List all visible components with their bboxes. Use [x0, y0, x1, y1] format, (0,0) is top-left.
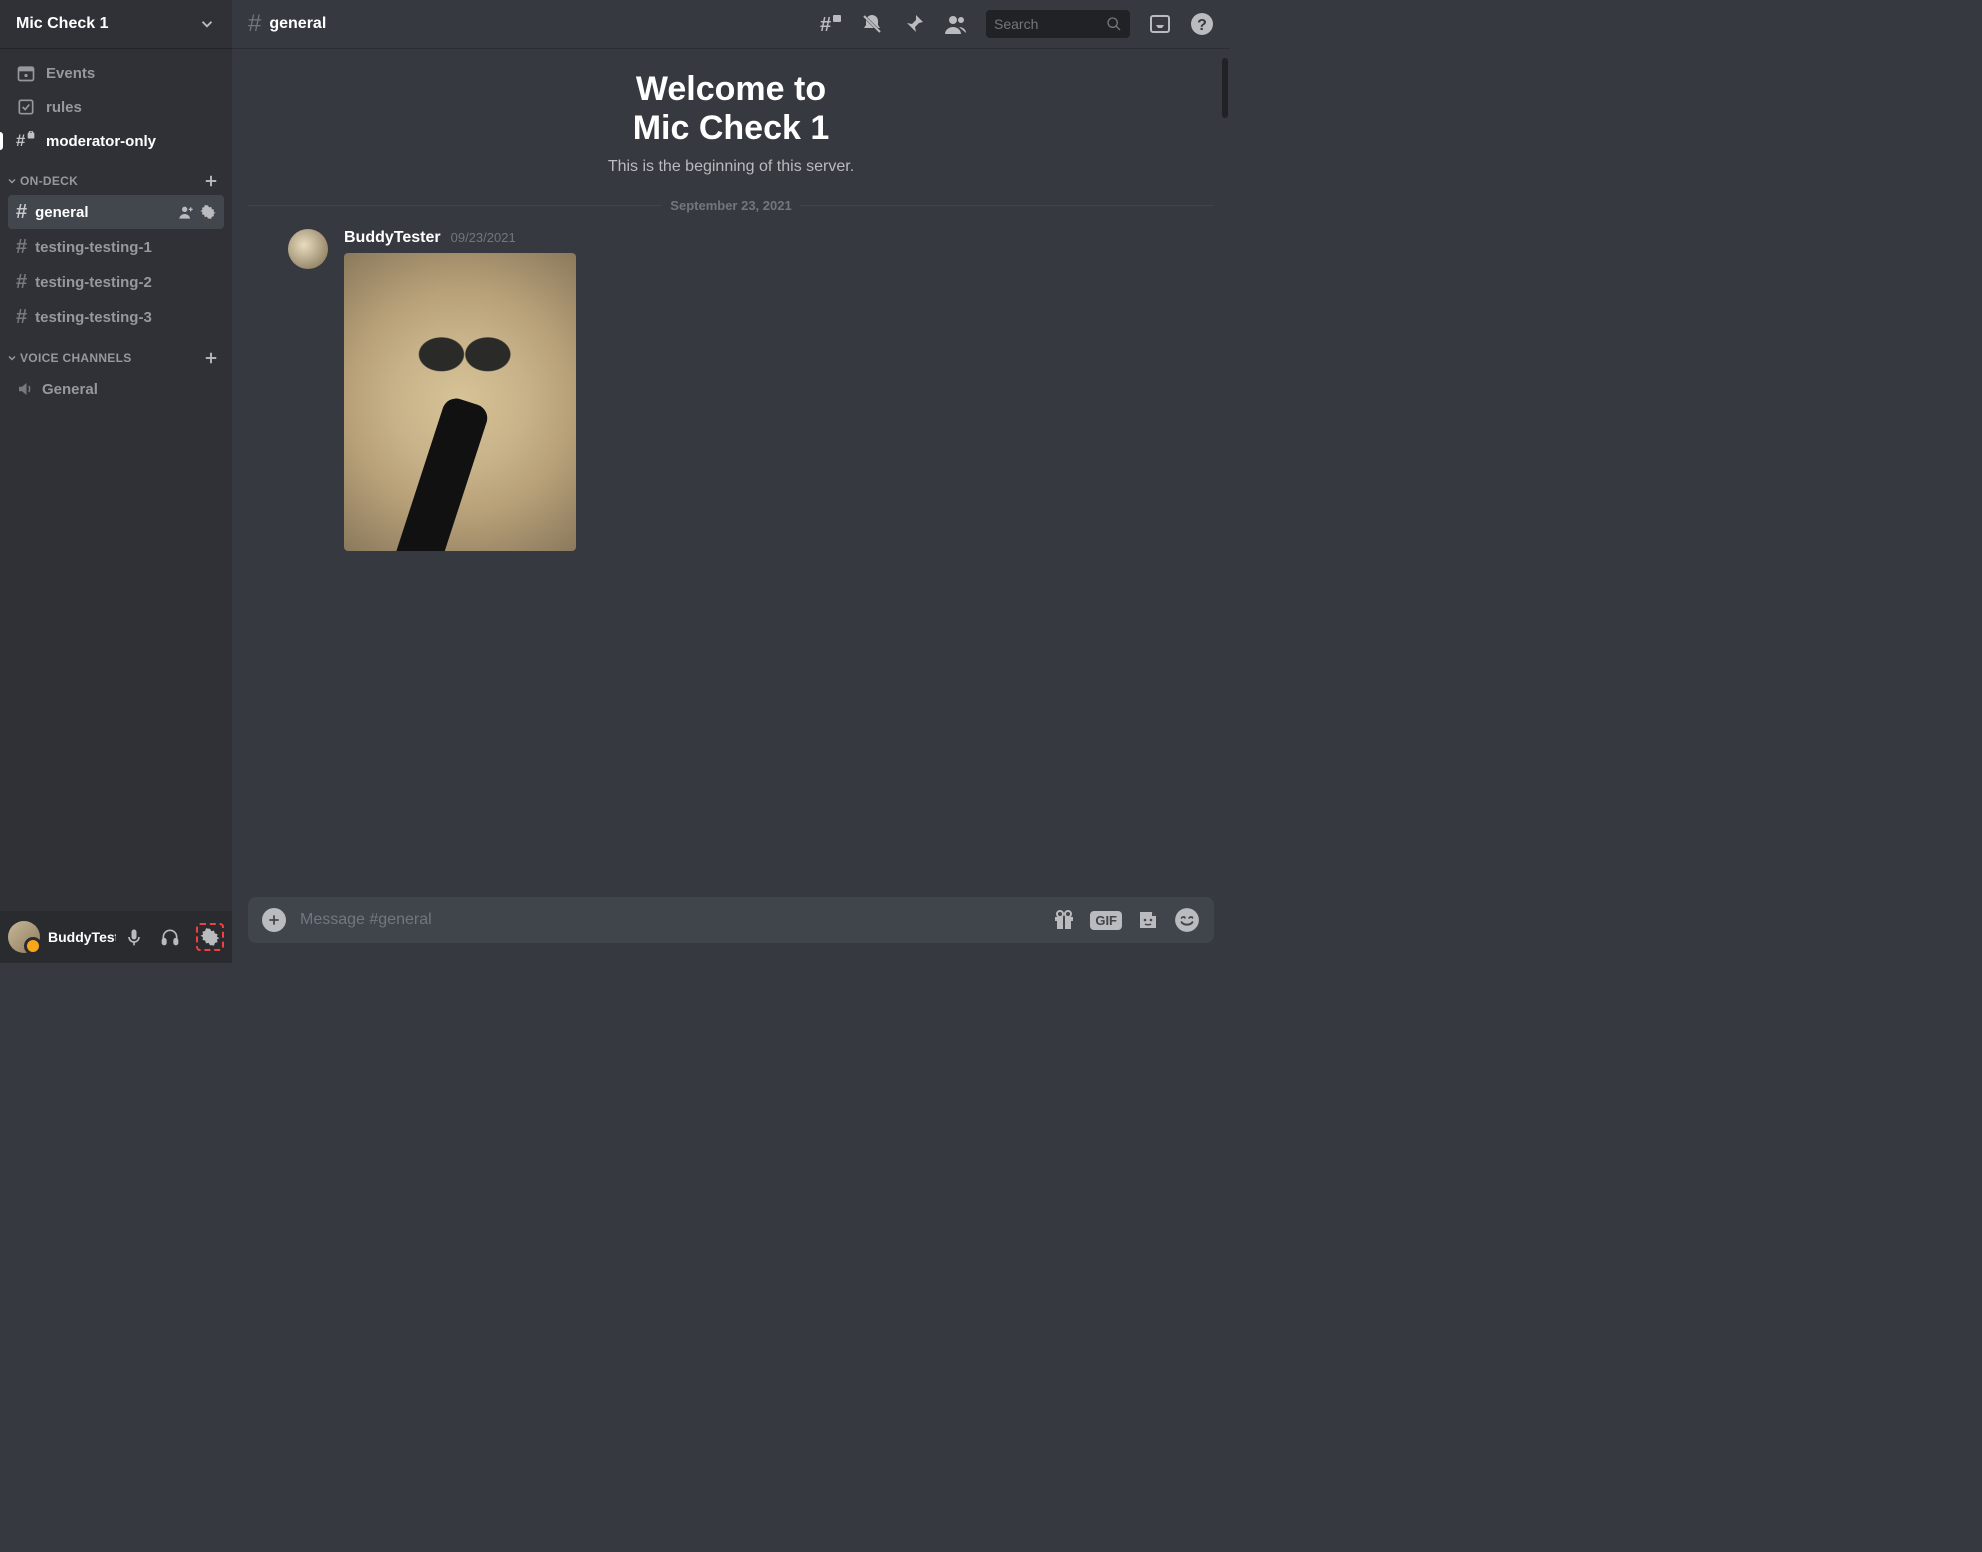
- rules-icon: [16, 97, 36, 117]
- chevron-down-icon: [6, 175, 18, 187]
- welcome-block: Welcome to Mic Check 1 This is the begin…: [248, 70, 1214, 176]
- search-icon: [1106, 16, 1122, 32]
- message-avatar[interactable]: [288, 229, 328, 269]
- svg-text:?: ?: [1197, 17, 1207, 34]
- hash-icon: #: [16, 306, 27, 329]
- category-header-ondeck[interactable]: ON-DECK: [0, 158, 232, 194]
- channel-name: testing-testing-3: [35, 309, 152, 326]
- server-header[interactable]: Mic Check 1: [0, 0, 232, 48]
- sidebar-item-label: moderator-only: [46, 133, 156, 150]
- message: BuddyTester 09/23/2021: [248, 223, 1214, 561]
- chat-scroll-area[interactable]: Welcome to Mic Check 1 This is the begin…: [232, 48, 1230, 897]
- sidebar-item-events[interactable]: Events: [0, 56, 232, 90]
- chevron-down-icon: [198, 15, 216, 33]
- user-name: BuddyTester: [48, 929, 116, 945]
- sidebar-item-moderator[interactable]: # moderator-only: [0, 124, 232, 158]
- channel-name: testing-testing-1: [35, 239, 152, 256]
- speaker-icon: [16, 380, 34, 398]
- channel-sidebar: Mic Check 1 Events rules #: [0, 0, 232, 963]
- channel-item[interactable]: # testing-testing-3: [8, 300, 224, 334]
- channel-item-general[interactable]: # general: [8, 195, 224, 229]
- channel-title: # general: [248, 10, 326, 38]
- add-channel-button[interactable]: [202, 172, 220, 190]
- category-header-voice[interactable]: VOICE CHANNELS: [0, 335, 232, 371]
- emoji-button[interactable]: [1174, 907, 1200, 933]
- channel-name: testing-testing-2: [35, 274, 152, 291]
- gear-icon[interactable]: [200, 204, 216, 220]
- app-root: Mic Check 1 Events rules #: [0, 0, 1230, 963]
- message-author[interactable]: BuddyTester: [344, 229, 441, 247]
- hash-icon: #: [16, 236, 27, 259]
- sidebar-item-label: Events: [46, 65, 95, 82]
- attach-button[interactable]: [262, 908, 286, 932]
- notifications-muted-icon[interactable]: [860, 12, 884, 36]
- member-list-button[interactable]: [944, 12, 968, 36]
- message-timestamp: 09/23/2021: [451, 230, 516, 245]
- sidebar-item-label: rules: [46, 99, 82, 116]
- channel-item[interactable]: # testing-testing-2: [8, 265, 224, 299]
- hash-icon: #: [248, 10, 261, 38]
- scrollbar[interactable]: [1222, 58, 1228, 118]
- gif-button[interactable]: GIF: [1090, 911, 1122, 930]
- sticker-button[interactable]: [1136, 908, 1160, 932]
- pinned-messages-button[interactable]: [902, 12, 926, 36]
- welcome-subtitle: This is the beginning of this server.: [248, 158, 1214, 176]
- voice-channel-item[interactable]: General: [8, 372, 224, 406]
- invite-icon[interactable]: [178, 204, 194, 220]
- date-divider: September 23, 2021: [248, 198, 1214, 213]
- channel-list: Events rules # moderator-only ON-DECK: [0, 48, 232, 911]
- message-composer[interactable]: GIF: [248, 897, 1214, 943]
- svg-text:#: #: [820, 14, 831, 36]
- inbox-button[interactable]: [1148, 12, 1172, 36]
- channel-name: general: [35, 204, 88, 221]
- chevron-down-icon: [6, 352, 18, 364]
- server-name: Mic Check 1: [16, 15, 108, 33]
- category-label: VOICE CHANNELS: [6, 351, 132, 365]
- search-box[interactable]: [986, 10, 1130, 38]
- channel-name: General: [42, 381, 98, 398]
- channel-top-bar: # general # ?: [232, 0, 1230, 48]
- hash-lock-icon: #: [16, 131, 36, 151]
- help-button[interactable]: ?: [1190, 12, 1214, 36]
- welcome-heading: Welcome to Mic Check 1: [248, 70, 1214, 148]
- category-label: ON-DECK: [6, 174, 78, 188]
- svg-text:#: #: [16, 131, 25, 150]
- mute-button[interactable]: [124, 927, 152, 947]
- message-input[interactable]: [300, 911, 1038, 929]
- sidebar-item-rules[interactable]: rules: [0, 90, 232, 124]
- message-attachment-image[interactable]: [344, 253, 576, 551]
- user-settings-button[interactable]: [196, 923, 224, 951]
- calendar-icon: [16, 63, 36, 83]
- hash-icon: #: [16, 201, 27, 224]
- user-avatar[interactable]: [8, 921, 40, 953]
- main-content: # general # ?: [232, 0, 1230, 963]
- composer-area: GIF: [232, 897, 1230, 963]
- channel-item[interactable]: # testing-testing-1: [8, 230, 224, 264]
- gift-button[interactable]: [1052, 908, 1076, 932]
- add-channel-button[interactable]: [202, 349, 220, 367]
- threads-button[interactable]: #: [818, 12, 842, 36]
- user-panel: BuddyTester: [0, 911, 232, 963]
- hash-icon: #: [16, 271, 27, 294]
- deafen-button[interactable]: [160, 927, 188, 947]
- search-input[interactable]: [994, 16, 1100, 32]
